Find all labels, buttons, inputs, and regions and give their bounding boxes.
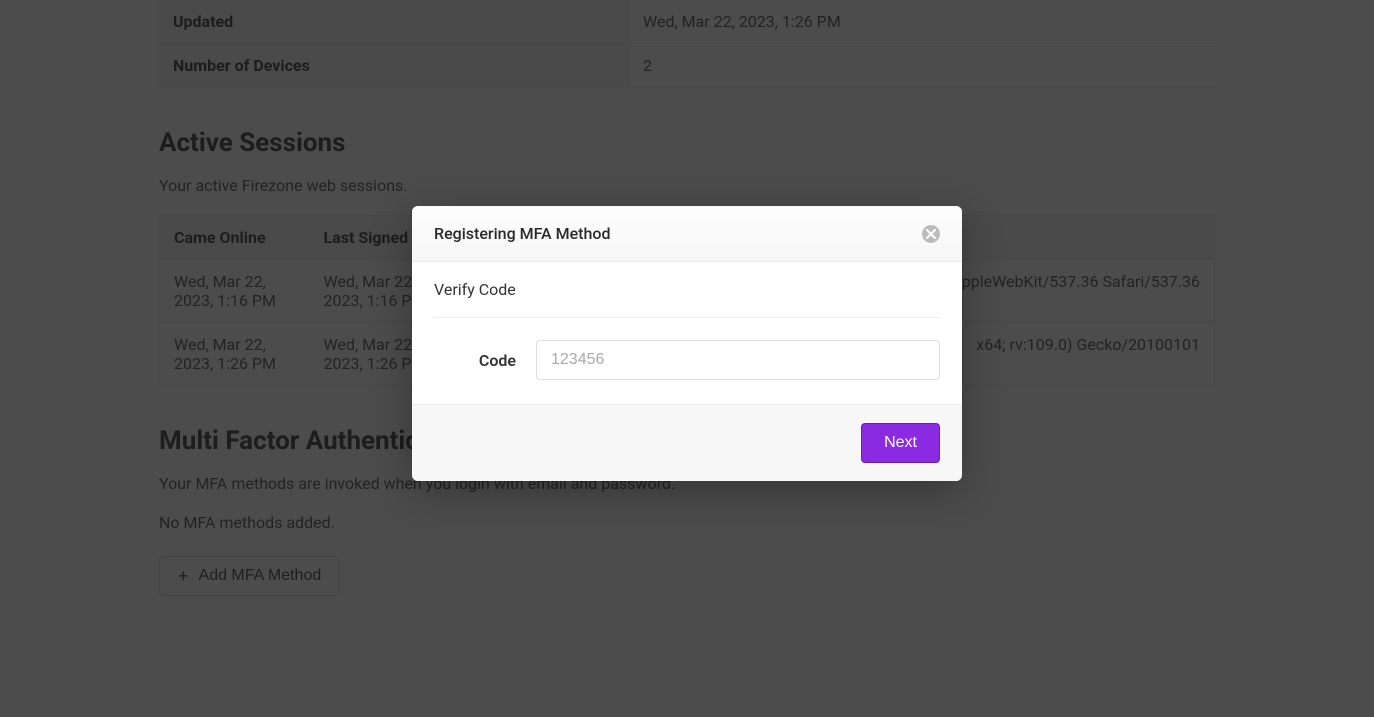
- modal-title: Registering MFA Method: [434, 224, 610, 243]
- modal-subtitle: Verify Code: [434, 280, 940, 318]
- next-button[interactable]: Next: [861, 423, 940, 463]
- modal-overlay: Registering MFA Method Verify Code Code …: [0, 0, 1374, 717]
- code-input[interactable]: [536, 340, 940, 380]
- modal-header: Registering MFA Method: [412, 206, 962, 262]
- modal-body: Verify Code Code: [412, 262, 962, 404]
- code-label: Code: [456, 351, 516, 370]
- close-icon[interactable]: [922, 225, 940, 243]
- mfa-modal: Registering MFA Method Verify Code Code …: [412, 206, 962, 481]
- modal-footer: Next: [412, 404, 962, 481]
